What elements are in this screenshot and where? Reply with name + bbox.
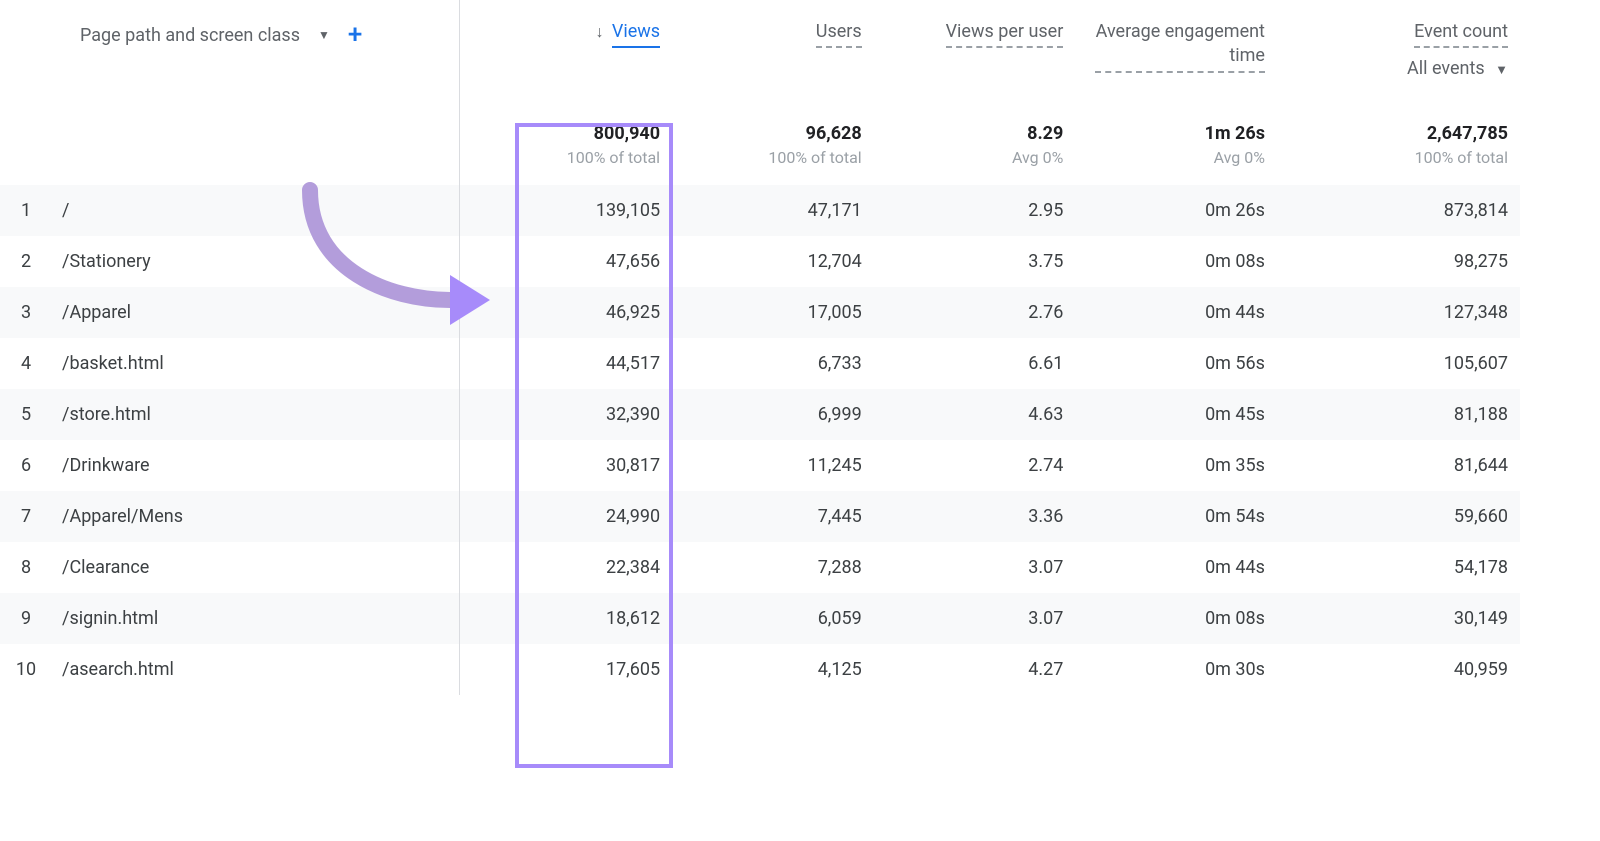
page-path[interactable]: /basket.html	[62, 338, 470, 389]
row-index: 3	[0, 287, 62, 338]
total-event-count: 2,647,785 100% of total	[1277, 99, 1520, 185]
totals-row: 800,940 100% of total 96,628 100% of tot…	[0, 99, 1520, 185]
row-index: 9	[0, 593, 62, 644]
cell-users: 12,704	[672, 236, 874, 287]
page-path[interactable]: /asearch.html	[62, 644, 470, 695]
cell-users: 7,445	[672, 491, 874, 542]
cell-event-count: 81,644	[1277, 440, 1520, 491]
cell-event-count: 40,959	[1277, 644, 1520, 695]
total-views-per-user: 8.29 Avg 0%	[874, 99, 1076, 185]
cell-views: 44,517	[470, 338, 672, 389]
cell-event-count: 105,607	[1277, 338, 1520, 389]
cell-views: 32,390	[470, 389, 672, 440]
cell-avg-engagement-time: 0m 56s	[1075, 338, 1277, 389]
add-dimension-button[interactable]: +	[348, 20, 362, 50]
table-row[interactable]: 6/Drinkware30,81711,2452.740m 35s81,644	[0, 440, 1520, 491]
total-users: 96,628 100% of total	[672, 99, 874, 185]
row-index: 6	[0, 440, 62, 491]
cell-views: 18,612	[470, 593, 672, 644]
cell-views: 22,384	[470, 542, 672, 593]
col-header-avg-engagement-time[interactable]: Average engagement time	[1075, 0, 1277, 99]
table-row[interactable]: 5/store.html32,3906,9994.630m 45s81,188	[0, 389, 1520, 440]
table-row[interactable]: 2/Stationery47,65612,7043.750m 08s98,275	[0, 236, 1520, 287]
col-header-users[interactable]: Users	[672, 0, 874, 99]
table-row[interactable]: 1/139,10547,1712.950m 26s873,814	[0, 185, 1520, 236]
cell-users: 6,733	[672, 338, 874, 389]
cell-avg-engagement-time: 0m 26s	[1075, 185, 1277, 236]
table-row[interactable]: 3/Apparel46,92517,0052.760m 44s127,348	[0, 287, 1520, 338]
row-index: 8	[0, 542, 62, 593]
row-index: 7	[0, 491, 62, 542]
cell-users: 6,059	[672, 593, 874, 644]
table-row[interactable]: 7/Apparel/Mens24,9907,4453.360m 54s59,66…	[0, 491, 1520, 542]
page-path[interactable]: /store.html	[62, 389, 470, 440]
cell-views-per-user: 3.07	[874, 593, 1076, 644]
cell-views-per-user: 3.07	[874, 542, 1076, 593]
cell-avg-engagement-time: 0m 45s	[1075, 389, 1277, 440]
cell-views-per-user: 4.27	[874, 644, 1076, 695]
dimension-picker[interactable]: Page path and screen class	[80, 25, 300, 46]
cell-views: 17,605	[470, 644, 672, 695]
total-views: 800,940 100% of total	[470, 99, 672, 185]
cell-event-count: 873,814	[1277, 185, 1520, 236]
cell-users: 11,245	[672, 440, 874, 491]
cell-views-per-user: 3.36	[874, 491, 1076, 542]
table-row[interactable]: 4/basket.html44,5176,7336.610m 56s105,60…	[0, 338, 1520, 389]
cell-views: 47,656	[470, 236, 672, 287]
row-index: 5	[0, 389, 62, 440]
cell-views: 139,105	[470, 185, 672, 236]
cell-views: 46,925	[470, 287, 672, 338]
table-row[interactable]: 10/asearch.html17,6054,1254.270m 30s40,9…	[0, 644, 1520, 695]
cell-avg-engagement-time: 0m 35s	[1075, 440, 1277, 491]
cell-avg-engagement-time: 0m 08s	[1075, 236, 1277, 287]
cell-views-per-user: 2.76	[874, 287, 1076, 338]
table-row[interactable]: 8/Clearance22,3847,2883.070m 44s54,178	[0, 542, 1520, 593]
cell-users: 47,171	[672, 185, 874, 236]
total-avg-engagement-time: 1m 26s Avg 0%	[1075, 99, 1277, 185]
cell-views-per-user: 6.61	[874, 338, 1076, 389]
page-path[interactable]: /Clearance	[62, 542, 470, 593]
cell-event-count: 54,178	[1277, 542, 1520, 593]
page-path[interactable]: /Apparel	[62, 287, 470, 338]
cell-avg-engagement-time: 0m 54s	[1075, 491, 1277, 542]
cell-views: 24,990	[470, 491, 672, 542]
col-header-views-per-user[interactable]: Views per user	[874, 0, 1076, 99]
page-path[interactable]: /Stationery	[62, 236, 470, 287]
cell-users: 17,005	[672, 287, 874, 338]
analytics-table: Page path and screen class ▼ + ↓ Views U…	[0, 0, 1520, 695]
event-filter-dropdown[interactable]: All events ▼	[1277, 58, 1508, 79]
cell-views: 30,817	[470, 440, 672, 491]
cell-users: 4,125	[672, 644, 874, 695]
page-path[interactable]: /Apparel/Mens	[62, 491, 470, 542]
page-path[interactable]: /Drinkware	[62, 440, 470, 491]
table-header-row: Page path and screen class ▼ + ↓ Views U…	[0, 0, 1520, 99]
cell-event-count: 81,188	[1277, 389, 1520, 440]
cell-event-count: 127,348	[1277, 287, 1520, 338]
sort-descending-icon: ↓	[596, 22, 604, 41]
cell-event-count: 30,149	[1277, 593, 1520, 644]
chevron-down-icon[interactable]: ▼	[318, 28, 330, 42]
row-index: 1	[0, 185, 62, 236]
row-index: 2	[0, 236, 62, 287]
chevron-down-icon: ▼	[1495, 63, 1508, 78]
page-path[interactable]: /	[62, 185, 470, 236]
cell-views-per-user: 2.95	[874, 185, 1076, 236]
cell-avg-engagement-time: 0m 44s	[1075, 287, 1277, 338]
cell-event-count: 59,660	[1277, 491, 1520, 542]
row-index: 10	[0, 644, 62, 695]
cell-avg-engagement-time: 0m 08s	[1075, 593, 1277, 644]
row-index: 4	[0, 338, 62, 389]
col-header-views[interactable]: ↓ Views	[470, 0, 672, 99]
cell-views-per-user: 3.75	[874, 236, 1076, 287]
cell-users: 6,999	[672, 389, 874, 440]
cell-event-count: 98,275	[1277, 236, 1520, 287]
cell-views-per-user: 4.63	[874, 389, 1076, 440]
cell-avg-engagement-time: 0m 44s	[1075, 542, 1277, 593]
col-header-event-count[interactable]: Event count All events ▼	[1277, 0, 1520, 99]
page-path[interactable]: /signin.html	[62, 593, 470, 644]
cell-users: 7,288	[672, 542, 874, 593]
cell-avg-engagement-time: 0m 30s	[1075, 644, 1277, 695]
table-row[interactable]: 9/signin.html18,6126,0593.070m 08s30,149	[0, 593, 1520, 644]
cell-views-per-user: 2.74	[874, 440, 1076, 491]
